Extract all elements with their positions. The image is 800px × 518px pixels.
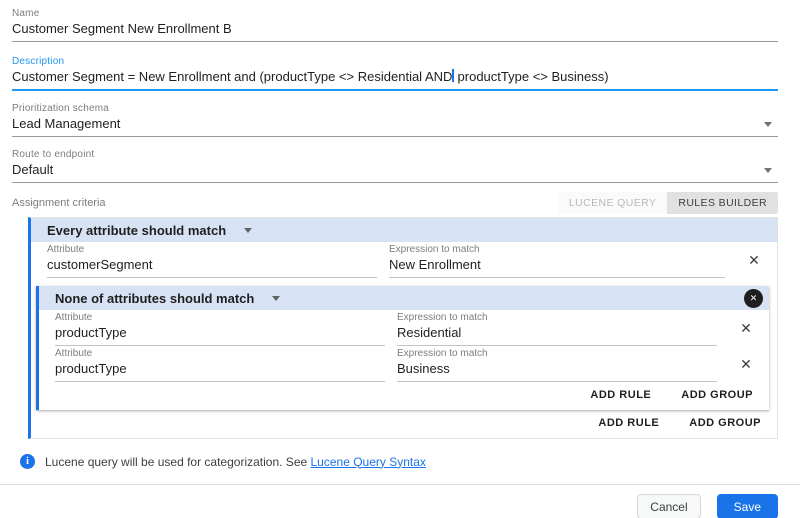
tab-rules-builder[interactable]: RULES BUILDER bbox=[667, 192, 778, 214]
add-rule-button[interactable]: ADD RULE bbox=[590, 386, 651, 404]
lucene-query-syntax-link[interactable]: Lucene Query Syntax bbox=[311, 455, 426, 469]
delete-rule-button[interactable]: ✕ bbox=[744, 250, 764, 271]
attribute-label: Attribute bbox=[55, 348, 385, 359]
attribute-cell: Attribute productType bbox=[55, 311, 385, 346]
expression-label: Expression to match bbox=[389, 244, 725, 255]
note-message: Lucene query will be used for categoriza… bbox=[45, 455, 311, 469]
nested-group-actions: ADD RULE ADD GROUP bbox=[39, 382, 769, 410]
criteria-mode-toggle: LUCENE QUERY RULES BUILDER bbox=[558, 192, 778, 214]
name-input[interactable]: Customer Segment New Enrollment B bbox=[12, 19, 778, 42]
root-group-condition: Every attribute should match bbox=[47, 223, 226, 238]
attribute-input[interactable]: productType bbox=[55, 359, 385, 377]
assignment-criteria-header: Assignment criteria LUCENE QUERY RULES B… bbox=[12, 191, 778, 215]
root-group-actions: ADD RULE ADD GROUP bbox=[31, 410, 777, 438]
nested-group-condition: None of attributes should match bbox=[55, 291, 254, 306]
attribute-label: Attribute bbox=[47, 244, 377, 255]
description-text-after-caret: productType <> Business) bbox=[454, 69, 609, 84]
nested-group-condition-select[interactable]: None of attributes should match ✕ bbox=[39, 286, 769, 310]
rule-row: Attribute customerSegment Expression to … bbox=[31, 242, 777, 278]
delete-rule-button[interactable]: ✕ bbox=[736, 318, 756, 339]
route-to-endpoint-field: Route to endpoint Default bbox=[12, 149, 778, 183]
attribute-cell: Attribute productType bbox=[55, 347, 385, 382]
delete-rule-button[interactable]: ✕ bbox=[736, 354, 756, 375]
description-field: Description Customer Segment = New Enrol… bbox=[12, 56, 778, 91]
attribute-cell: Attribute customerSegment bbox=[47, 243, 377, 278]
add-group-button[interactable]: ADD GROUP bbox=[681, 386, 753, 404]
root-group-condition-select[interactable]: Every attribute should match bbox=[31, 218, 777, 242]
assignment-criteria-label: Assignment criteria bbox=[12, 197, 106, 209]
name-label: Name bbox=[12, 8, 778, 19]
chevron-down-icon bbox=[272, 296, 280, 301]
chevron-down-icon bbox=[764, 122, 772, 127]
rule-row: Attribute productType Expression to matc… bbox=[39, 310, 769, 346]
route-to-endpoint-select[interactable]: Default bbox=[12, 160, 778, 183]
route-to-endpoint-label: Route to endpoint bbox=[12, 149, 778, 160]
attribute-label: Attribute bbox=[55, 312, 385, 323]
info-icon: i bbox=[20, 454, 35, 469]
expression-input[interactable]: Business bbox=[397, 359, 717, 377]
expression-label: Expression to match bbox=[397, 312, 717, 323]
expression-input[interactable]: New Enrollment bbox=[389, 255, 725, 273]
description-label: Description bbox=[12, 56, 778, 67]
add-group-button[interactable]: ADD GROUP bbox=[689, 414, 761, 432]
description-input[interactable]: Customer Segment = New Enrollment and (p… bbox=[12, 67, 778, 91]
expression-cell: Expression to match Business bbox=[397, 347, 717, 382]
description-text-before-caret: Customer Segment = New Enrollment and (p… bbox=[12, 69, 452, 84]
chevron-down-icon bbox=[244, 228, 252, 233]
prioritization-schema-select[interactable]: Lead Management bbox=[12, 114, 778, 137]
lucene-info-note: i Lucene query will be used for categori… bbox=[12, 454, 778, 469]
prioritization-schema-label: Prioritization schema bbox=[12, 103, 778, 114]
expression-cell: Expression to match New Enrollment bbox=[389, 243, 725, 278]
chevron-down-icon bbox=[764, 168, 772, 173]
rule-row: Attribute productType Expression to matc… bbox=[39, 346, 769, 382]
name-field: Name Customer Segment New Enrollment B bbox=[12, 8, 778, 42]
routing-rule-form: Name Customer Segment New Enrollment B D… bbox=[0, 0, 800, 518]
expression-cell: Expression to match Residential bbox=[397, 311, 717, 346]
footer-actions: Cancel Save bbox=[12, 485, 778, 518]
cancel-button[interactable]: Cancel bbox=[637, 494, 700, 518]
tab-lucene-query[interactable]: LUCENE QUERY bbox=[558, 192, 667, 214]
expression-label: Expression to match bbox=[397, 348, 717, 359]
attribute-input[interactable]: customerSegment bbox=[47, 255, 377, 273]
root-rule-group: Every attribute should match Attribute c… bbox=[28, 217, 778, 439]
attribute-input[interactable]: productType bbox=[55, 323, 385, 341]
add-rule-button[interactable]: ADD RULE bbox=[598, 414, 659, 432]
prioritization-schema-value: Lead Management bbox=[12, 116, 120, 132]
expression-input[interactable]: Residential bbox=[397, 323, 717, 341]
route-to-endpoint-value: Default bbox=[12, 162, 53, 178]
note-text: Lucene query will be used for categoriza… bbox=[45, 455, 426, 469]
nested-rule-group: None of attributes should match ✕ Attrib… bbox=[36, 286, 769, 410]
delete-group-button[interactable]: ✕ bbox=[744, 289, 763, 308]
prioritization-schema-field: Prioritization schema Lead Management bbox=[12, 103, 778, 137]
save-button[interactable]: Save bbox=[717, 494, 778, 518]
